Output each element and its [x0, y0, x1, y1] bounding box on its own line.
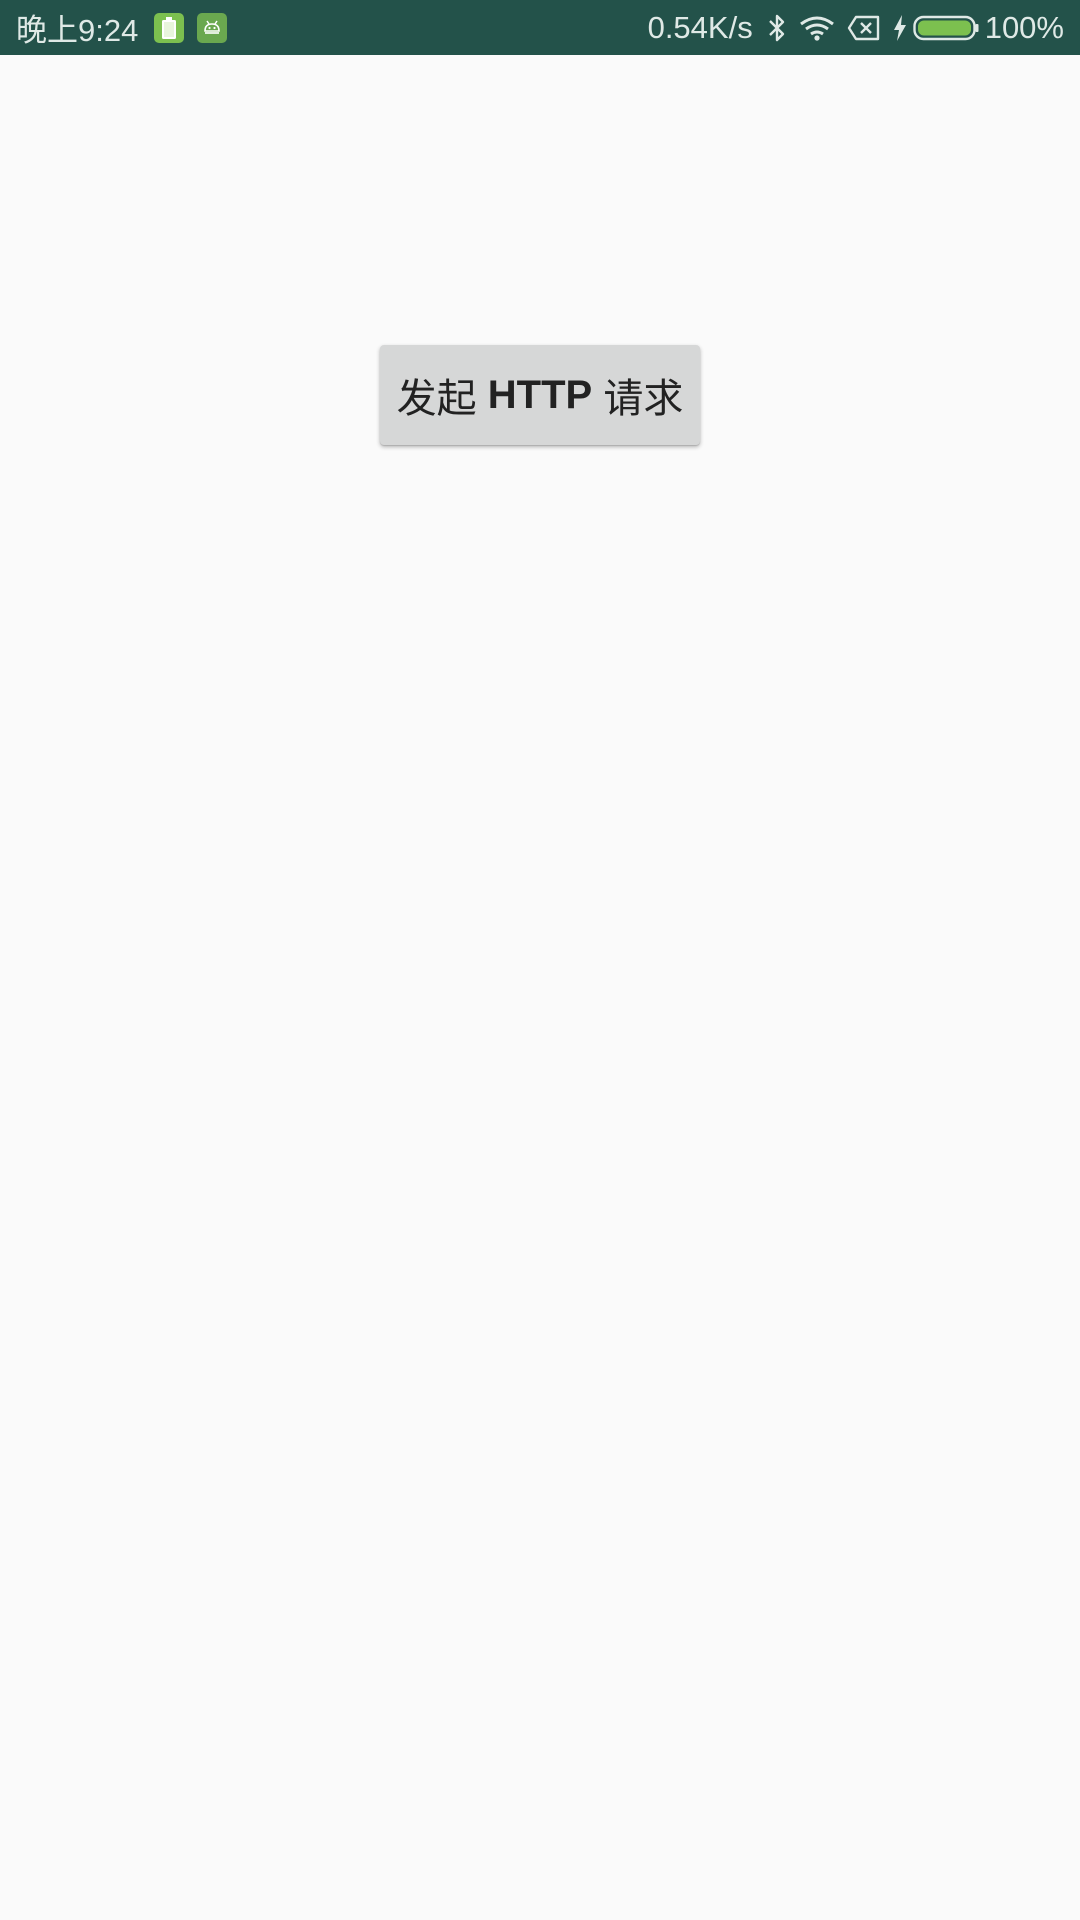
status-bar-right: 0.54K/s 100%: [648, 10, 1064, 46]
charging-bolt-icon: [893, 14, 907, 42]
battery-icon: [913, 15, 979, 41]
bluetooth-icon: [767, 13, 787, 43]
status-bar: 晚上9:24 0.54K/s 100%: [0, 0, 1080, 55]
battery-app-icon: [154, 12, 185, 43]
android-app-icon: [197, 12, 228, 43]
status-bar-left: 晚上9:24: [16, 5, 240, 50]
no-sim-icon: [847, 15, 881, 41]
button-label-http: HTTP: [487, 372, 593, 417]
button-label-prefix: 发起: [396, 377, 488, 421]
send-http-request-button[interactable]: 发起 HTTP 请求: [380, 345, 700, 445]
battery-percent: 100%: [984, 9, 1064, 45]
button-label-suffix: 请求: [592, 377, 684, 421]
clock: 晚上9:24: [16, 13, 139, 48]
wifi-icon: [799, 15, 835, 41]
network-speed: 0.54K/s: [647, 9, 753, 45]
